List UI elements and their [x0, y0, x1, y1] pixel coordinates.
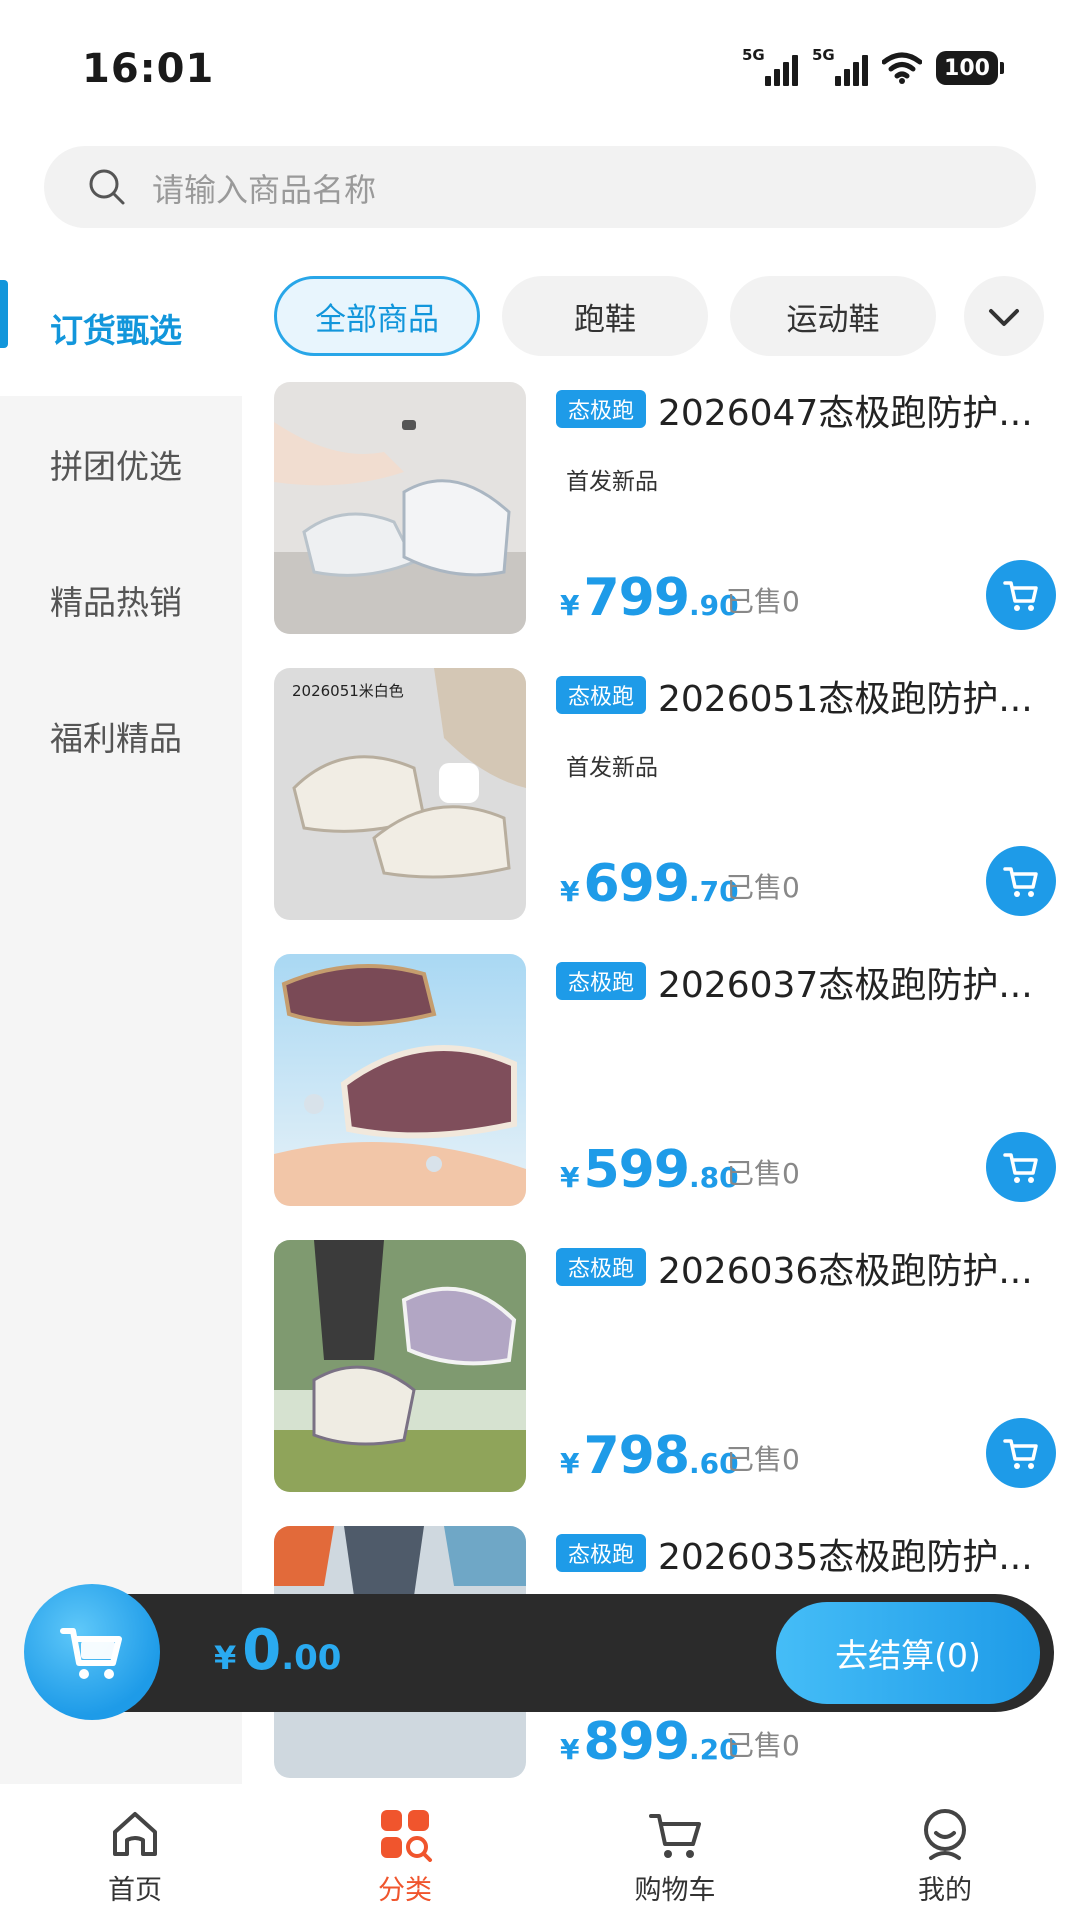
brand-tag: 态极跑: [556, 1248, 646, 1286]
sold-count: 已售0: [726, 871, 800, 904]
cart-icon: [649, 1814, 701, 1858]
expand-filters-button[interactable]: [964, 276, 1044, 356]
product-price: ¥899.20: [560, 1712, 739, 1772]
sold-count: 已售0: [726, 1443, 800, 1476]
brand-tag: 态极跑: [556, 676, 646, 714]
filter-chips: 全部商品 跑鞋 运动鞋: [274, 276, 1064, 358]
sold-count: 已售0: [726, 585, 800, 618]
product-card[interactable]: 态极跑 2026047态极跑防护... 首发新品 ¥799.90 已售0: [274, 382, 1064, 634]
search-icon: [89, 169, 125, 205]
product-price: ¥798.60: [560, 1426, 739, 1486]
brand-tag: 态极跑: [556, 962, 646, 1000]
category-sidebar: 订货甄选 拼团优选 精品热销 福利精品: [0, 260, 242, 1784]
new-release-tag: 首发新品: [566, 755, 658, 781]
sidebar-item-welfare[interactable]: 福利精品: [0, 668, 242, 804]
tab-profile[interactable]: 我的: [810, 1784, 1080, 1920]
brand-tag: 态极跑: [556, 1534, 646, 1572]
wifi-icon: [882, 52, 922, 84]
sidebar-item-label: 福利精品: [50, 719, 182, 758]
new-release-tag: 首发新品: [566, 469, 658, 495]
signal-icon: 5G: [742, 46, 798, 88]
product-card[interactable]: 态极跑 2026037态极跑防护... ¥599.80 已售0: [274, 954, 1064, 1206]
status-bar: 16:01 5G 5G 100: [0, 0, 1080, 130]
product-image[interactable]: [274, 382, 526, 634]
checkout-button[interactable]: 去结算(0): [776, 1602, 1040, 1704]
status-icons: 5G 5G 100: [742, 46, 1004, 88]
add-to-cart-button[interactable]: [986, 1418, 1056, 1488]
search-bar[interactable]: 请输入商品名称: [44, 146, 1036, 228]
product-title[interactable]: 2026051态极跑防护...: [658, 670, 1058, 722]
product-image[interactable]: 2026051米白色: [274, 668, 526, 920]
tab-cart[interactable]: 购物车: [540, 1784, 810, 1920]
product-image[interactable]: [274, 1240, 526, 1492]
battery-icon: 100: [936, 51, 1004, 85]
add-to-cart-button[interactable]: [986, 560, 1056, 630]
sold-count: 已售0: [726, 1157, 800, 1190]
product-title[interactable]: 2026036态极跑防护...: [658, 1242, 1058, 1294]
tab-label: 购物车: [634, 1875, 716, 1906]
tab-category[interactable]: 分类: [270, 1784, 540, 1920]
sidebar-item-label: 拼团优选: [50, 447, 182, 486]
category-icon: [381, 1810, 432, 1862]
signal-label: 5G: [812, 46, 835, 64]
checkout-bar: ¥0.00 去结算(0): [24, 1584, 1056, 1720]
profile-icon: [924, 1809, 966, 1860]
cart-icon: [1003, 581, 1038, 611]
product-title[interactable]: 2026035态极跑防护...: [658, 1528, 1058, 1580]
tab-label: 我的: [918, 1875, 972, 1906]
sold-count: 已售0: [726, 1729, 800, 1762]
sidebar-item-group-buy[interactable]: 拼团优选: [0, 396, 242, 532]
product-card[interactable]: 2026051米白色 态极跑 2026051态极跑防护... 首发新品 ¥699…: [274, 668, 1064, 920]
bottom-tab-bar: 首页 分类 购物车 我的: [0, 1784, 1080, 1920]
tab-label: 首页: [108, 1875, 162, 1906]
image-caption: 2026051米白色: [292, 682, 404, 700]
chip-all-products[interactable]: 全部商品: [274, 276, 480, 356]
product-price: ¥799.90: [560, 568, 739, 628]
chip-running-shoes[interactable]: 跑鞋: [502, 276, 708, 356]
sidebar-item-hot-sales[interactable]: 精品热销: [0, 532, 242, 668]
tab-home[interactable]: 首页: [0, 1784, 270, 1920]
add-to-cart-button[interactable]: [986, 1132, 1056, 1202]
sidebar-item-label: 精品热销: [50, 583, 182, 622]
tab-label: 分类: [378, 1875, 432, 1906]
search-input[interactable]: 请输入商品名称: [152, 165, 376, 211]
sidebar-item-order-picks[interactable]: 订货甄选: [0, 260, 242, 396]
status-time: 16:01: [82, 46, 215, 92]
brand-tag: 态极跑: [556, 390, 646, 428]
product-image[interactable]: [274, 954, 526, 1206]
cart-icon: [60, 1628, 122, 1679]
home-icon: [113, 1812, 157, 1856]
cart-summary-button[interactable]: [24, 1584, 160, 1720]
signal-label: 5G: [742, 46, 765, 64]
sidebar-item-label: 订货甄选: [50, 311, 182, 350]
product-title[interactable]: 2026047态极跑防护...: [658, 384, 1058, 436]
cart-icon: [1003, 1439, 1038, 1469]
cart-icon: [1003, 867, 1038, 897]
chip-sports-shoes[interactable]: 运动鞋: [730, 276, 936, 356]
add-to-cart-button[interactable]: [986, 846, 1056, 916]
signal-icon: 5G: [812, 46, 868, 88]
chevron-down-icon: [989, 309, 1019, 326]
product-card[interactable]: 态极跑 2026036态极跑防护... ¥798.60 已售0: [274, 1240, 1064, 1492]
product-price: ¥699.70: [560, 854, 739, 914]
product-title[interactable]: 2026037态极跑防护...: [658, 956, 1058, 1008]
cart-icon: [1003, 1153, 1038, 1183]
cart-total: ¥0.00: [214, 1618, 342, 1683]
product-price: ¥599.80: [560, 1140, 739, 1200]
